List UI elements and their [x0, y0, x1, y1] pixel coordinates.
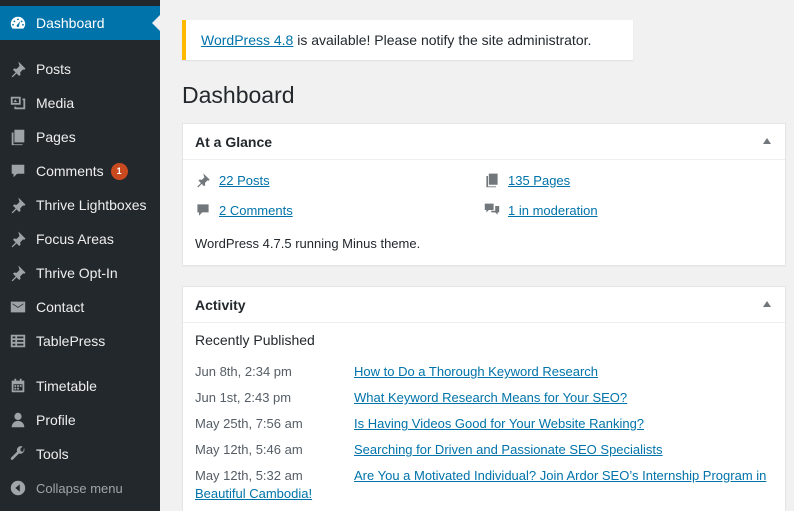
calendar-icon	[0, 377, 36, 395]
wordpress-update-link[interactable]: WordPress 4.8	[201, 32, 293, 48]
pages-icon	[486, 173, 498, 188]
sidebar-item-label: Tools	[36, 446, 69, 462]
sidebar-item-label: Media	[36, 95, 75, 111]
comments-count-badge: 1	[110, 162, 128, 180]
recently-published-heading: Recently Published	[195, 332, 315, 348]
admin-sidebar: Dashboard Posts Media Pages Comments 1 T…	[0, 0, 160, 511]
sidebar-item-contact[interactable]: Contact	[0, 290, 160, 324]
glance-comments-label: 2 Comments	[219, 202, 293, 218]
glance-pages-link[interactable]: 135 Pages	[484, 172, 570, 188]
sidebar-item-label: Focus Areas	[36, 231, 114, 247]
publish-date: Jun 1st, 2:43 pm	[195, 390, 292, 405]
media-icon	[0, 94, 36, 112]
wrench-icon	[0, 445, 36, 463]
page-title: Dashboard	[182, 82, 295, 108]
collapse-menu-button[interactable]: Collapse menu	[0, 471, 160, 505]
sidebar-item-label: Comments	[36, 163, 104, 179]
pushpin-icon	[0, 196, 36, 214]
wordpress-version-info: WordPress 4.7.5 running Minus theme.	[195, 236, 421, 251]
activity-row: Jun 1st, 2:43 pm What Keyword Research M…	[195, 389, 775, 407]
widget-title: Activity	[195, 296, 246, 313]
toggle-arrow-icon[interactable]	[763, 138, 771, 144]
sidebar-item-dashboard[interactable]: Dashboard	[0, 6, 160, 40]
sidebar-item-label: Thrive Opt-In	[36, 265, 118, 281]
glance-pages-label: 135 Pages	[508, 172, 571, 188]
pushpin-icon	[0, 264, 36, 282]
sidebar-item-label: Profile	[36, 412, 76, 428]
widget-header[interactable]: Activity	[183, 287, 785, 323]
update-notice: WordPress 4.8 is available! Please notif…	[182, 20, 633, 60]
dashboard-icon	[0, 14, 36, 32]
sidebar-item-pages[interactable]: Pages	[0, 120, 160, 154]
collapse-arrow-icon	[0, 479, 36, 497]
sidebar-item-thrive-opt-in[interactable]: Thrive Opt-In	[0, 256, 160, 290]
user-icon	[0, 411, 36, 429]
sidebar-item-label: Timetable	[36, 378, 97, 394]
publish-date: Jun 8th, 2:34 pm	[195, 364, 292, 379]
sidebar-item-posts[interactable]: Posts	[0, 52, 160, 86]
sidebar-item-media[interactable]: Media	[0, 86, 160, 120]
activity-row: Jun 8th, 2:34 pm How to Do a Thorough Ke…	[195, 363, 775, 381]
sidebar-item-label: Posts	[36, 61, 72, 77]
pushpin-icon	[197, 173, 210, 188]
glance-posts-link[interactable]: 22 Posts	[195, 172, 270, 188]
sidebar-item-label: Pages	[36, 129, 76, 145]
pushpin-icon	[0, 230, 36, 248]
mail-icon	[0, 298, 36, 316]
widget-header[interactable]: At a Glance	[183, 124, 785, 160]
toggle-arrow-icon[interactable]	[763, 301, 771, 307]
publish-date: May 12th, 5:46 am	[195, 442, 303, 457]
sidebar-item-label: Contact	[36, 299, 85, 315]
sidebar-item-tools[interactable]: Tools	[0, 437, 160, 471]
sidebar-item-timetable[interactable]: Timetable	[0, 369, 160, 403]
activity-row: May 12th, 5:46 am Searching for Driven a…	[195, 441, 775, 459]
glance-moderation-label: 1 in moderation	[508, 202, 598, 218]
activity-row: May 12th, 5:32 am Are You a Motivated In…	[195, 467, 775, 503]
publish-date: May 25th, 7:56 am	[195, 416, 303, 431]
activity-widget: Activity Recently Published Jun 8th, 2:3…	[182, 286, 786, 511]
sidebar-item-tablepress[interactable]: TablePress	[0, 324, 160, 358]
comments-moderation-icon	[484, 203, 500, 215]
pushpin-icon	[0, 60, 36, 78]
sidebar-item-focus-areas[interactable]: Focus Areas	[0, 222, 160, 256]
glance-comments-link[interactable]: 2 Comments	[195, 202, 293, 218]
sidebar-item-label: Dashboard	[36, 15, 105, 31]
notice-text-wrap: WordPress 4.8 is available! Please notif…	[201, 32, 591, 48]
sidebar-item-label: Thrive Lightboxes	[36, 197, 147, 213]
glance-moderation-link[interactable]: 1 in moderation	[484, 202, 598, 218]
widget-title: At a Glance	[195, 133, 273, 150]
sidebar-item-label: TablePress	[36, 333, 106, 349]
publish-date: May 12th, 5:32 am	[195, 468, 303, 483]
comment-icon	[197, 204, 209, 216]
sidebar-item-thrive-lightboxes[interactable]: Thrive Lightboxes	[0, 188, 160, 222]
table-icon	[0, 332, 36, 350]
at-a-glance-widget: At a Glance 22 Posts 135 Pages 2 Comment…	[182, 123, 786, 266]
comments-icon	[0, 162, 36, 180]
sidebar-item-comments[interactable]: Comments 1	[0, 154, 160, 188]
pages-icon	[0, 128, 36, 146]
glance-posts-label: 22 Posts	[219, 172, 270, 188]
activity-row: May 25th, 7:56 am Is Having Videos Good …	[195, 415, 775, 433]
sidebar-item-profile[interactable]: Profile	[0, 403, 160, 437]
collapse-menu-label: Collapse menu	[36, 480, 123, 496]
notice-text: is available! Please notify the site adm…	[293, 32, 592, 48]
